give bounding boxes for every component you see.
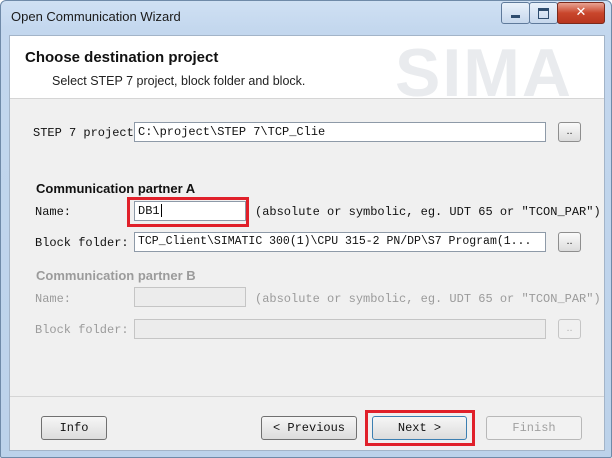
text-cursor [160,204,162,218]
partner-b-title: Communication partner B [36,268,196,283]
minimize-icon [511,15,520,18]
partner-a-browse-button[interactable]: .. [558,232,581,252]
partner-b-block-folder-label: Block folder: [35,323,129,337]
partner-a-block-folder-field[interactable]: TCP_Client\SIMATIC 300(1)\CPU 315-2 PN/D… [134,232,546,252]
wizard-body: SIMA Choose destination project Select S… [9,35,605,451]
project-label: STEP 7 project [33,126,134,140]
partner-a-block-folder-label: Block folder: [35,236,129,250]
close-icon: ✕ [575,5,587,20]
window-controls: ✕ [501,2,605,24]
footer-divider [10,396,604,397]
maximize-icon [538,8,549,19]
next-button[interactable]: Next > [372,416,467,440]
partner-b-name-input[interactable] [134,287,246,307]
partner-b-block-folder-field[interactable] [134,319,546,339]
wizard-window: Open Communication Wizard ✕ SIMA Choose … [0,0,612,458]
project-browse-button[interactable]: .. [558,122,581,142]
page-subtitle: Select STEP 7 project, block folder and … [52,74,306,88]
partner-a-name-value: DB1 [138,204,160,218]
partner-b-browse-button[interactable]: .. [558,319,581,339]
title-bar[interactable]: Open Communication Wizard ✕ [1,1,611,33]
siemens-watermark: SIMA [395,36,573,99]
partner-a-name-label: Name: [35,205,72,219]
info-button[interactable]: Info [41,416,107,440]
partner-b-hint: (absolute or symbolic, eg. UDT 65 or "TC… [255,292,601,306]
window-title: Open Communication Wizard [11,9,181,24]
partner-a-title: Communication partner A [36,181,196,196]
partner-b-name-label: Name: [35,292,72,306]
partner-a-name-input[interactable]: DB1 [134,201,246,221]
partner-a-hint: (absolute or symbolic, eg. UDT 65 or "TC… [255,205,601,219]
maximize-button[interactable] [529,2,558,24]
minimize-button[interactable] [501,2,530,24]
finish-button[interactable]: Finish [486,416,582,440]
close-button[interactable]: ✕ [557,2,605,24]
page-title: Choose destination project [25,49,219,66]
wizard-header: SIMA Choose destination project Select S… [10,36,604,99]
project-path-field[interactable]: C:\project\STEP 7\TCP_Clie [134,122,546,142]
previous-button[interactable]: < Previous [261,416,357,440]
